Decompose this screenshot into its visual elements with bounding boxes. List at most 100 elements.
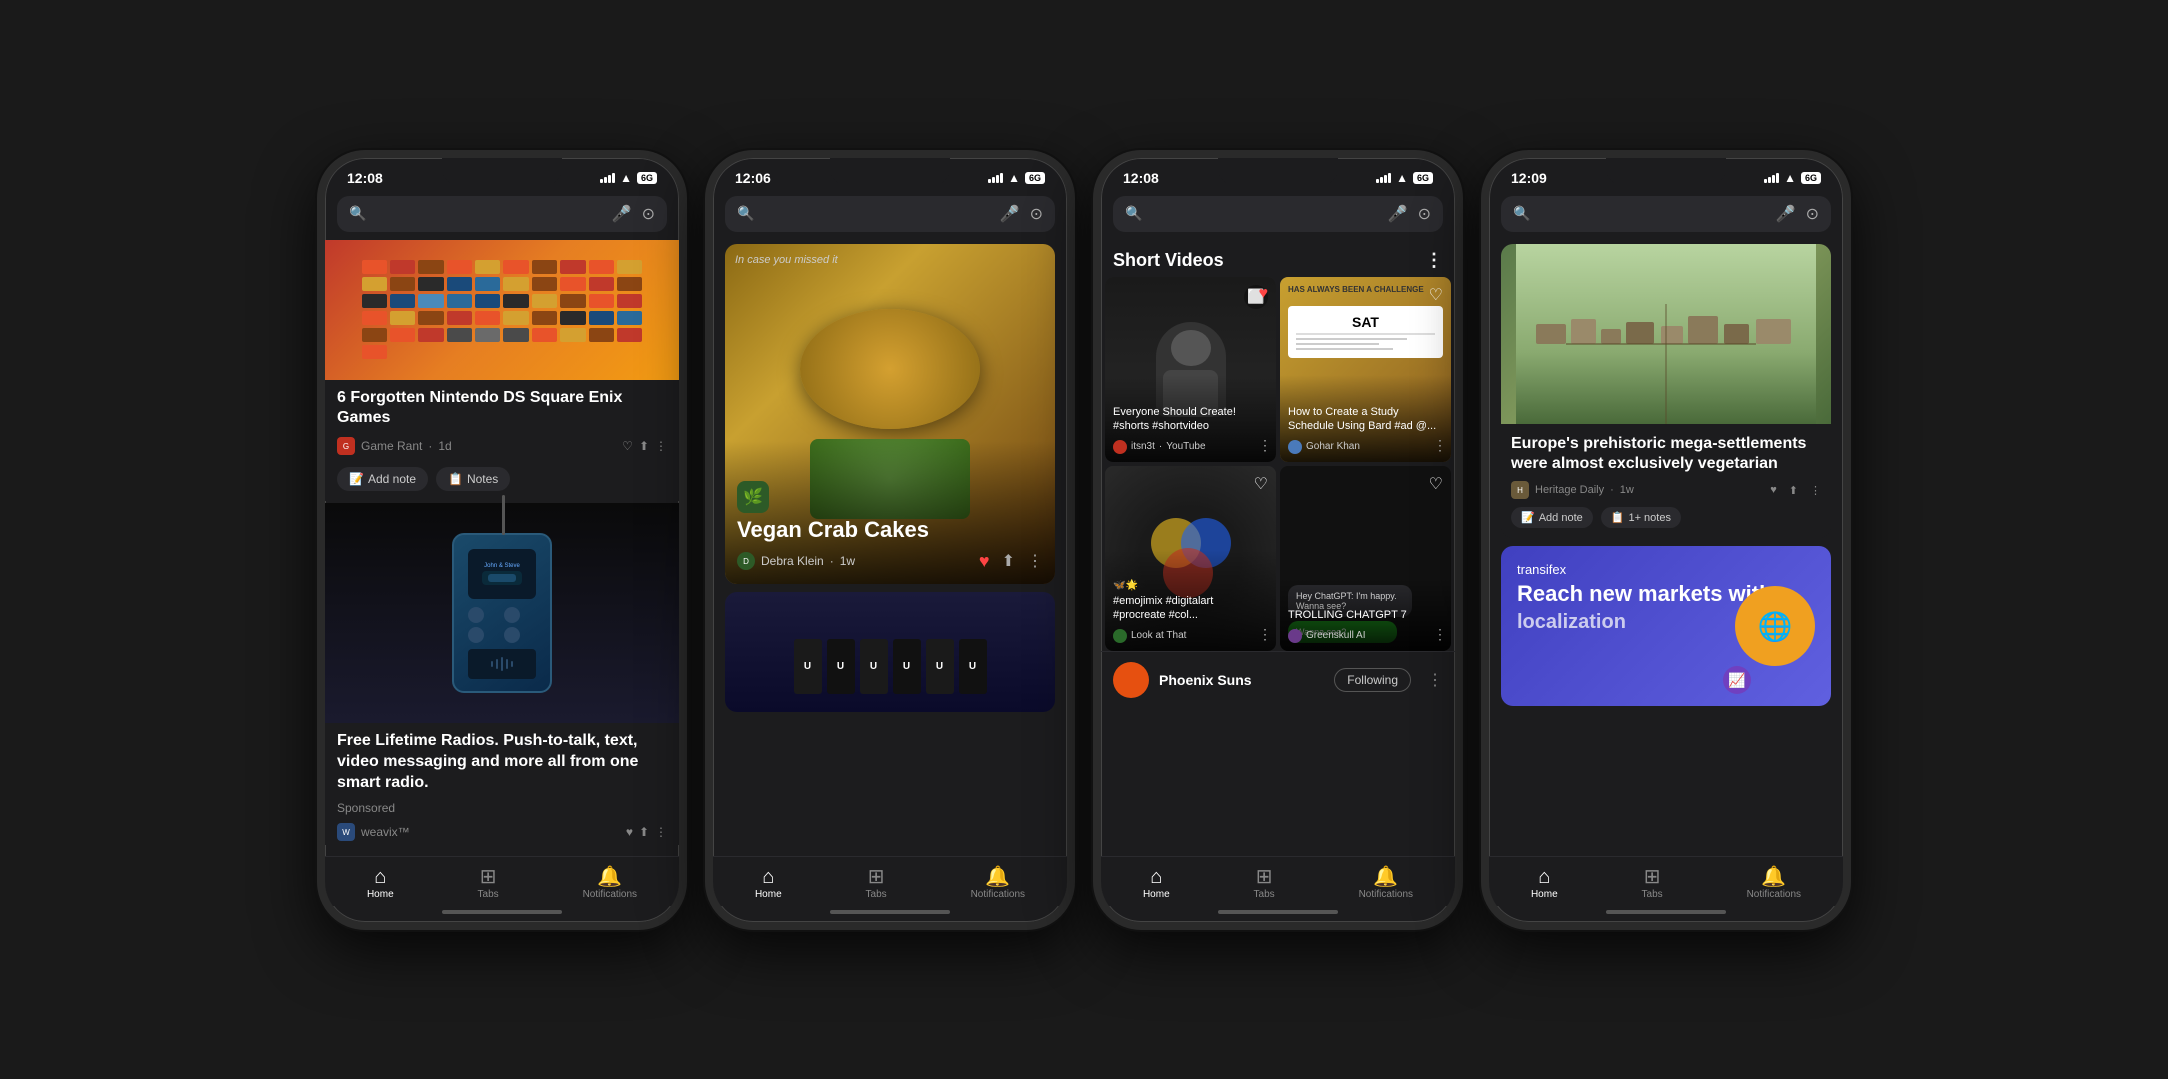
video-card-4[interactable]: Hey ChatGPT: I'm happy. Wanna see? Wanna…: [1280, 466, 1451, 651]
nav-notifications-4[interactable]: 🔔 Notifications: [1727, 865, 1821, 902]
time-1: 12:08: [347, 170, 383, 186]
status-bar-2: 12:06 ▲ 6G: [713, 158, 1067, 190]
nav-tabs-4[interactable]: ⊞ Tabs: [1622, 865, 1683, 902]
suns-name: Phoenix Suns: [1159, 672, 1324, 688]
heritage-more[interactable]: ⋮: [1810, 484, 1821, 497]
radio-btn-4: [504, 627, 520, 643]
video-avatar-2: [1288, 440, 1302, 454]
scroll-4[interactable]: Europe's prehistoric mega-settlements we…: [1489, 240, 1843, 856]
heritage-heart[interactable]: ♥: [1770, 484, 1777, 496]
search-bar-2[interactable]: 🔍 🎤 ⊙: [725, 196, 1055, 232]
notes-btn[interactable]: 📋 Notes: [436, 467, 510, 491]
status-bar-1: 12:08 ▲ 6G: [325, 158, 679, 190]
scroll-1[interactable]: 6 Forgotten Nintendo DS Square Enix Game…: [325, 240, 679, 856]
suns-more[interactable]: ⋮: [1427, 670, 1443, 690]
lens-icon-1[interactable]: ⊙: [642, 204, 655, 224]
lens-icon-3[interactable]: ⊙: [1418, 204, 1431, 224]
nav-home-2[interactable]: ⌂ Home: [735, 865, 802, 902]
section-more[interactable]: ⋮: [1425, 250, 1443, 271]
food-heart[interactable]: ♥: [979, 551, 990, 572]
add-note-btn-4[interactable]: 📝 Add note: [1511, 507, 1593, 528]
heart-icon-3[interactable]: ♡: [1254, 474, 1268, 494]
food-more[interactable]: ⋮: [1027, 551, 1043, 571]
radio-meta: Sponsored: [325, 797, 679, 819]
content-4: Europe's prehistoric mega-settlements we…: [1489, 240, 1843, 856]
scroll-3[interactable]: Short Videos ⋮ ⬜ ♥ Everyone Should Cr: [1101, 240, 1455, 856]
article-body: Europe's prehistoric mega-settlements we…: [1501, 424, 1831, 539]
nav-tabs-label-1: Tabs: [478, 889, 499, 900]
mic-icon-1[interactable]: 🎤: [612, 204, 632, 224]
video-card-1[interactable]: ⬜ ♥ Everyone Should Create! #shorts #sho…: [1105, 277, 1276, 462]
radio-device: John & Steve: [452, 533, 552, 693]
home-indicator-4: [1606, 910, 1726, 914]
lens-icon-2[interactable]: ⊙: [1030, 204, 1043, 224]
heart-icon-4[interactable]: ♡: [1429, 474, 1443, 494]
video-avatar-4: [1288, 629, 1302, 643]
weavix-avatar: W: [337, 823, 355, 841]
gamerant-time: 1d: [438, 439, 451, 453]
following-btn[interactable]: Following: [1334, 668, 1411, 692]
food-content: 🌿 Vegan Crab Cakes D Debra Klein · 1w ♥ …: [725, 441, 1055, 584]
signal-bars-3: [1376, 173, 1391, 183]
video-more-3[interactable]: ⋮: [1258, 626, 1272, 643]
more-icon-1[interactable]: ⋮: [655, 439, 667, 453]
video-card-2[interactable]: HAS ALWAYS BEEN A CHALLENGE SAT ♡ How to…: [1280, 277, 1451, 462]
scroll-2[interactable]: In case you missed it 🌿 Vegan Crab Cakes…: [713, 240, 1067, 856]
nav-notifications-3[interactable]: 🔔 Notifications: [1339, 865, 1433, 902]
nav-notifications-2[interactable]: 🔔 Notifications: [951, 865, 1045, 902]
time-4: 12:09: [1511, 170, 1547, 186]
nav-tabs-2[interactable]: ⊞ Tabs: [846, 865, 907, 902]
video-card-3[interactable]: ♡ 🦋🌟 #emojimix #digitalart #procreate #c…: [1105, 466, 1276, 651]
like-icon-1[interactable]: ♡: [622, 439, 633, 453]
radio-btn-1: [468, 607, 484, 623]
ad-more[interactable]: ⋮: [655, 825, 667, 839]
heritage-time: 1w: [1620, 484, 1634, 496]
signal-bars-4: [1764, 173, 1779, 183]
tabs-icon-2: ⊞: [868, 867, 885, 887]
share-icon-1[interactable]: ⬆: [639, 439, 649, 453]
nintendo-title: 6 Forgotten Nintendo DS Square Enix Game…: [325, 380, 679, 434]
ad-share[interactable]: ⬆: [639, 825, 649, 839]
video-meta-3: Look at That: [1113, 629, 1268, 643]
nav-tabs-3[interactable]: ⊞ Tabs: [1234, 865, 1295, 902]
notif-icon-3: 🔔: [1373, 867, 1398, 887]
video-more-1[interactable]: ⋮: [1258, 437, 1272, 454]
heritage-source: Heritage Daily: [1535, 484, 1604, 496]
notif-icon-4: 🔔: [1761, 867, 1786, 887]
mic-icon-2[interactable]: 🎤: [1000, 204, 1020, 224]
nav-notif-label-2: Notifications: [971, 889, 1025, 900]
videos-grid: ⬜ ♥ Everyone Should Create! #shorts #sho…: [1101, 277, 1455, 651]
nav-tabs-label-3: Tabs: [1254, 889, 1275, 900]
bottom-nav-1: ⌂ Home ⊞ Tabs 🔔 Notifications: [325, 856, 679, 906]
status-bar-3: 12:08 ▲ 6G: [1101, 158, 1455, 190]
team-card: U U U U U U: [725, 592, 1055, 712]
suns-info: Phoenix Suns: [1159, 672, 1324, 688]
nav-home-1[interactable]: ⌂ Home: [347, 865, 414, 902]
video-more-4[interactable]: ⋮: [1433, 626, 1447, 643]
heritage-share[interactable]: ⬆: [1789, 484, 1798, 497]
nav-home-3[interactable]: ⌂ Home: [1123, 865, 1190, 902]
lens-icon-4[interactable]: ⊙: [1806, 204, 1819, 224]
nav-home-4[interactable]: ⌂ Home: [1511, 865, 1578, 902]
nav-tabs-1[interactable]: ⊞ Tabs: [458, 865, 519, 902]
food-share[interactable]: ⬆: [1002, 551, 1015, 571]
search-bar-3[interactable]: 🔍 🎤 ⊙: [1113, 196, 1443, 232]
search-bar-4[interactable]: 🔍 🎤 ⊙: [1501, 196, 1831, 232]
mic-icon-3[interactable]: 🎤: [1388, 204, 1408, 224]
heart-icon-1[interactable]: ♥: [1259, 285, 1269, 303]
home-icon-2: ⌂: [762, 867, 774, 887]
search-bar-1[interactable]: 🔍 🎤 ⊙: [337, 196, 667, 232]
notes-btn-4[interactable]: 📋 1+ notes: [1601, 507, 1681, 528]
time-2: 12:06: [735, 170, 771, 186]
video-more-2[interactable]: ⋮: [1433, 437, 1447, 454]
tabs-icon-1: ⊞: [480, 867, 497, 887]
nav-notifications-1[interactable]: 🔔 Notifications: [563, 865, 657, 902]
ad-heart[interactable]: ♥: [626, 825, 633, 839]
transifex-banner[interactable]: transifex Reach new markets with localiz…: [1501, 546, 1831, 706]
add-note-btn[interactable]: 📝 Add note: [337, 467, 428, 491]
heart-icon-2[interactable]: ♡: [1429, 285, 1443, 305]
phone-4: 12:09 ▲ 6G 🔍 🎤 ⊙: [1481, 150, 1851, 930]
video-platform-1: ·: [1159, 441, 1162, 452]
battery-3: 6G: [1413, 172, 1433, 184]
mic-icon-4[interactable]: 🎤: [1776, 204, 1796, 224]
